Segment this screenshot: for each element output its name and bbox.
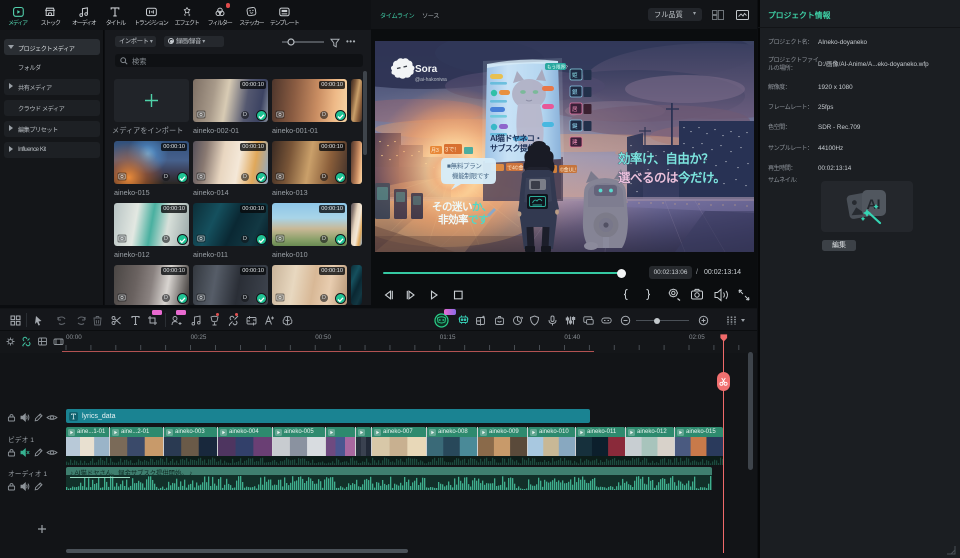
svg-text:で4©金!: で4©金! — [507, 165, 525, 172]
svg-text:AI猫ドヤネコ・: AI猫ドヤネコ・ — [490, 133, 542, 143]
svg-text:@ai-hakoniwa: @ai-hakoniwa — [415, 77, 447, 83]
svg-text:居: 居 — [572, 106, 578, 113]
svg-text:©金UL!: ©金UL! — [560, 167, 576, 174]
svg-text:効率け、自由か？: 効率け、自由か？ — [618, 151, 713, 166]
svg-text:AI: AI — [867, 196, 881, 212]
svg-text:月3: 月3 — [431, 148, 439, 154]
svg-text:選べるのは今だけ。: 選べるのは今だけ。 — [618, 170, 725, 185]
svg-text:姫: 姫 — [572, 71, 578, 79]
svg-text:建: 建 — [572, 138, 578, 146]
svg-text:非効率です: 非効率です — [438, 213, 488, 226]
svg-text:Sora: Sora — [415, 64, 438, 75]
svg-text:■無料プラン: ■無料プラン — [447, 161, 482, 170]
svg-text:もう限界?: もう限界? — [547, 64, 568, 71]
svg-text:機能制限です: 機能制限です — [452, 171, 490, 180]
svg-text:銀: 銀 — [572, 88, 578, 96]
svg-text:3で!: 3で! — [445, 147, 456, 154]
svg-text:その迷いか、: その迷いか、 — [432, 200, 492, 213]
svg-text:鍵: 鍵 — [572, 122, 578, 130]
